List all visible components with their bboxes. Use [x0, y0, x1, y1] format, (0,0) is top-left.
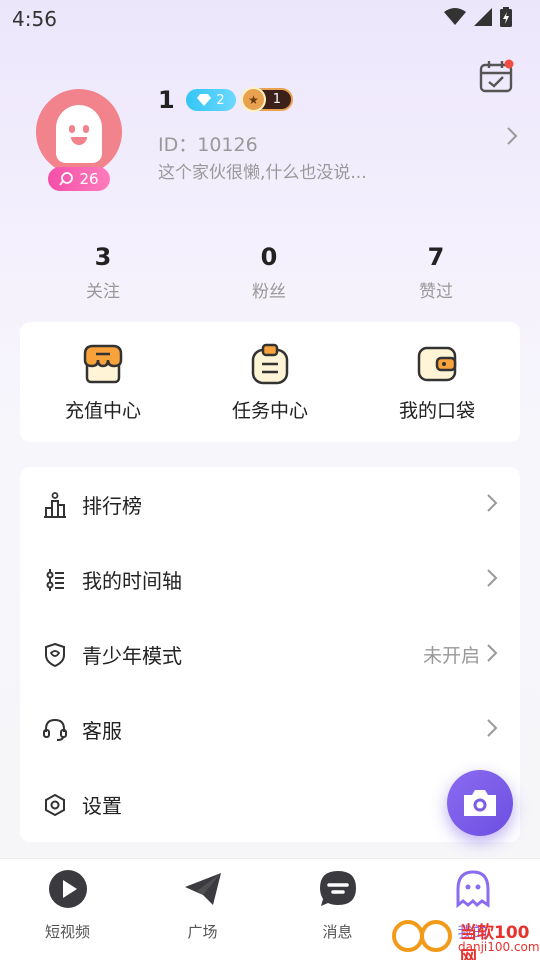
nav-tab-label: 广场 [187, 923, 218, 941]
nav-tab-short-video[interactable]: 短视频 [0, 869, 135, 942]
menu-card: 排行榜 我的时间轴 青少年模式 未开启 客服 设置 [20, 467, 520, 842]
star-medal-icon: ★ [241, 87, 266, 112]
quick-actions-card: 充值中心 任务中心 我的口袋 [20, 322, 520, 442]
battery-icon [500, 7, 512, 27]
plane-icon [183, 869, 223, 909]
nav-tab-square[interactable]: 广场 [135, 869, 270, 942]
stat-fans[interactable]: 0 粉丝 [219, 243, 319, 302]
timeline-icon [42, 567, 68, 593]
avatar[interactable] [36, 89, 122, 175]
play-icon [48, 869, 88, 909]
menu-item-settings[interactable]: 设置 [20, 767, 520, 842]
quick-action-label: 任务中心 [231, 400, 308, 422]
wallet-icon [415, 342, 459, 386]
stat-following[interactable]: 3 关注 [53, 243, 153, 302]
signal-icon [474, 8, 492, 26]
watermark: 当软100网 danji100.com [390, 916, 540, 960]
menu-item-customer-service[interactable]: 客服 [20, 692, 520, 767]
stat-label: 粉丝 [252, 282, 286, 302]
quick-action-label: 我的口袋 [398, 400, 475, 422]
fans-badge: 26 [48, 167, 110, 191]
user-bio: 这个家伙很懒,什么也没说... [158, 163, 367, 183]
username: 1 [158, 86, 175, 114]
camera-fab-button[interactable] [447, 770, 513, 836]
ranking-icon [42, 491, 68, 518]
chevron-right-icon [486, 568, 498, 592]
profile-detail-chevron-icon[interactable] [506, 126, 518, 150]
menu-item-timeline[interactable]: 我的时间轴 [20, 542, 520, 617]
quick-action-recharge[interactable]: 充值中心 [33, 342, 173, 423]
task-icon [248, 342, 292, 386]
user-id: ID：10126 [158, 134, 258, 156]
shield-icon [42, 642, 68, 668]
stat-value: 3 [94, 243, 112, 271]
calendar-check-icon [479, 59, 514, 93]
wifi-icon [444, 8, 466, 25]
quick-action-tasks[interactable]: 任务中心 [200, 342, 340, 423]
checkin-calendar-button[interactable] [478, 58, 514, 94]
menu-item-label: 设置 [82, 794, 122, 818]
nav-tab-label: 消息 [322, 923, 353, 941]
quick-action-wallet[interactable]: 我的口袋 [367, 342, 507, 423]
menu-item-label: 客服 [82, 719, 122, 743]
chevron-right-icon [486, 718, 498, 742]
camera-icon [464, 790, 496, 816]
status-time: 4:56 [12, 7, 57, 31]
watermark-logo-icon [420, 920, 452, 952]
watermark-url: danji100.com [458, 940, 540, 954]
vip-level-value: 2 [216, 92, 225, 108]
nav-tab-messages[interactable]: 消息 [270, 869, 405, 942]
message-icon [318, 869, 358, 909]
stat-label: 赞过 [419, 282, 453, 302]
chevron-right-icon [486, 643, 498, 667]
chat-bubble-icon [59, 172, 74, 186]
teen-mode-status: 未开启 [422, 645, 480, 667]
rank-level-badge: ★ 1 [241, 87, 293, 112]
menu-item-label: 青少年模式 [82, 644, 182, 668]
profile-ghost-icon [453, 869, 493, 909]
menu-item-teen-mode[interactable]: 青少年模式 未开启 [20, 617, 520, 692]
settings-icon [42, 792, 68, 818]
rank-level-value: 1 [272, 92, 281, 107]
stat-value: 0 [260, 243, 278, 271]
nav-tab-label: 短视频 [44, 923, 90, 941]
menu-item-label: 排行榜 [82, 494, 142, 518]
status-bar: 4:56 [0, 0, 540, 36]
quick-action-label: 充值中心 [64, 400, 141, 422]
menu-item-label: 我的时间轴 [82, 569, 182, 593]
chevron-right-icon [486, 493, 498, 517]
status-icons [444, 7, 512, 27]
menu-item-ranking[interactable]: 排行榜 [20, 467, 520, 542]
stat-value: 7 [427, 243, 445, 271]
headset-icon [42, 717, 68, 743]
stat-liked[interactable]: 7 赞过 [386, 243, 486, 302]
diamond-icon [197, 94, 212, 106]
shop-icon [81, 342, 125, 386]
fans-badge-count: 26 [79, 170, 99, 188]
stat-label: 关注 [86, 282, 120, 302]
vip-level-badge: 2 [186, 89, 236, 111]
ghost-avatar-icon [56, 105, 102, 163]
